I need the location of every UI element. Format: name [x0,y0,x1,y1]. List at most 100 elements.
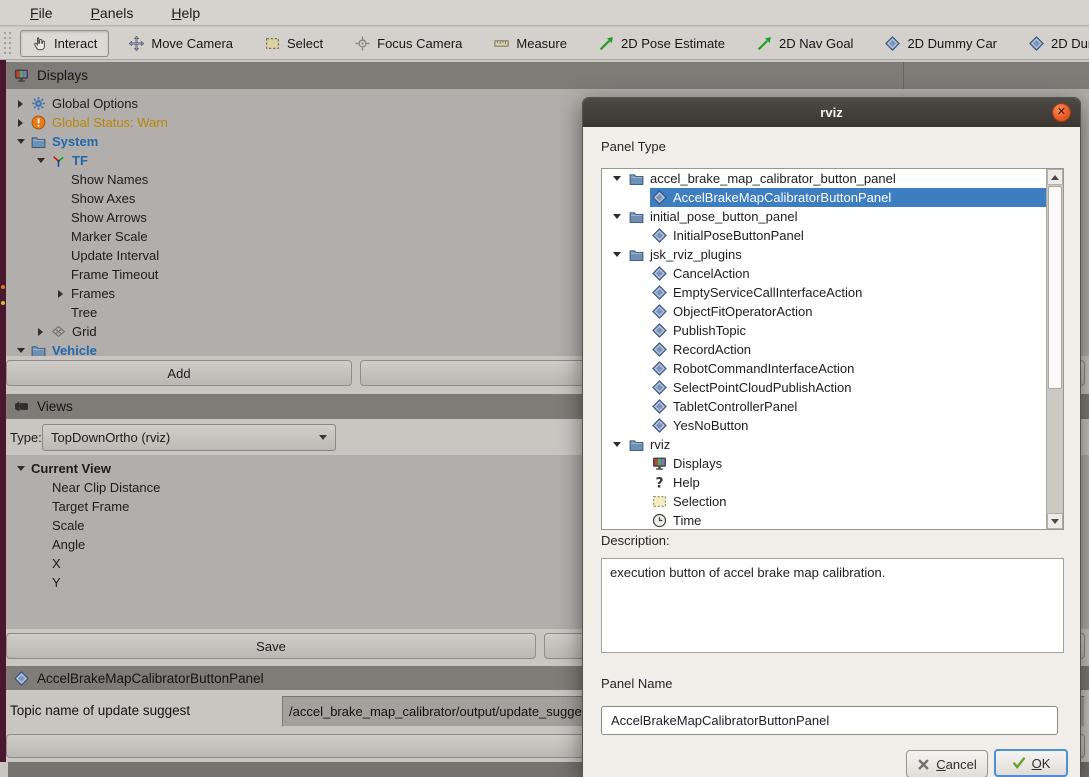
panel-type-item[interactable]: CancelAction [602,264,1063,283]
calibrator-panel-title: AccelBrakeMapCalibratorButtonPanel [37,671,264,686]
panel-type-item[interactable]: RobotCommandInterfaceAction [602,359,1063,378]
panel-type-item-label: RobotCommandInterfaceAction [673,361,854,376]
tool-select-button[interactable]: Select [253,30,335,57]
panel-type-item[interactable]: SelectPointCloudPublishAction [602,378,1063,397]
expander-closed-icon[interactable] [14,97,27,110]
tool-2d-dummy-pedestrian-button[interactable]: 2D Dummy Pedestrian [1017,30,1089,57]
expander-spacer [54,211,67,224]
expander-open-icon[interactable] [610,210,623,223]
panel-type-item-label: SelectPointCloudPublishAction [673,380,852,395]
expander-open-icon[interactable] [14,462,27,475]
tool-focus-camera-button[interactable]: Focus Camera [343,30,474,57]
tool-label: Focus Camera [377,36,462,51]
panel-type-item[interactable]: AccelBrakeMapCalibratorButtonPanel [602,188,1063,207]
expander-spacer [54,230,67,243]
panel-type-item[interactable]: PublishTopic [602,321,1063,340]
panel-type-item[interactable]: initial_pose_button_panel [602,207,1063,226]
tool-move-camera-button[interactable]: Move Camera [117,30,245,57]
panel-type-item[interactable]: ObjectFitOperatorAction [602,302,1063,321]
monitor-icon [652,456,667,471]
add-panel-dialog: rviz ✕ Panel Type accel_brake_map_calibr… [582,97,1081,777]
panel-type-item[interactable]: TabletControllerPanel [602,397,1063,416]
tool-interact-button[interactable]: Interact [20,30,109,57]
expander-open-icon[interactable] [610,172,623,185]
folder-icon [629,171,644,186]
topic-label: Topic name of update suggest [10,703,190,718]
panel-type-item-content: ?Help [650,473,1063,492]
panel-type-item-content: AccelBrakeMapCalibratorButtonPanel [650,188,1063,207]
expander-open-icon[interactable] [14,344,27,356]
gear-icon [31,96,46,111]
scrollbar-thumb[interactable] [1048,186,1062,389]
tool-2d-nav-goal-button[interactable]: 2D Nav Goal [745,30,865,57]
expander-closed-icon[interactable] [54,287,67,300]
panel-type-item-label: rviz [650,437,670,452]
expander-open-icon[interactable] [610,438,623,451]
panel-type-item-content: rviz [627,435,1063,454]
panel-type-item-content: Time [650,511,1063,530]
add-button[interactable]: Add [6,360,352,386]
property-label: Near Clip Distance [52,480,160,495]
save-button[interactable]: Save [6,633,536,659]
tool-measure-button[interactable]: Measure [482,30,579,57]
panel-type-item[interactable]: InitialPoseButtonPanel [602,226,1063,245]
warning-icon [31,115,46,130]
tool-2d-dummy-car-button[interactable]: 2D Dummy Car [873,30,1009,57]
menu-file[interactable]: File [30,5,53,21]
panel-type-item-label: TabletControllerPanel [673,399,797,414]
diamond-icon [652,399,667,414]
panel-type-item-content: CancelAction [650,264,1063,283]
panel-type-item[interactable]: Time [602,511,1063,530]
tree-item-label: Show Arrows [71,210,147,225]
menu-bar: File Panels Help [0,0,1089,26]
panel-type-item[interactable]: Displays [602,454,1063,473]
ok-button[interactable]: OK [994,749,1068,777]
tree-item-label: Show Axes [71,191,135,206]
panel-type-item-label: PublishTopic [673,323,746,338]
expander-open-icon[interactable] [610,248,623,261]
panel-type-item[interactable]: YesNoButton [602,416,1063,435]
move-icon [129,36,144,51]
panel-type-item[interactable]: Selection [602,492,1063,511]
tool-2d-pose-estimate-button[interactable]: 2D Pose Estimate [587,30,737,57]
chevron-down-icon [319,435,327,440]
panel-type-item-label: Selection [673,494,726,509]
panel-type-item[interactable]: RecordAction [602,340,1063,359]
expander-closed-icon[interactable] [34,325,47,338]
desktop-dot [1,285,5,289]
close-button[interactable]: ✕ [1052,103,1071,122]
desktop-dot [1,301,5,305]
scroll-down-icon[interactable] [1047,513,1063,529]
menu-panels[interactable]: Panels [91,5,134,21]
folder-icon [629,247,644,262]
expander-spacer [54,268,67,281]
panel-type-item[interactable]: ?Help [602,473,1063,492]
panel-type-list: accel_brake_map_calibrator_button_panelA… [601,168,1064,530]
toolbar-drag-handle[interactable] [4,32,14,54]
panel-type-item[interactable]: accel_brake_map_calibrator_button_panel [602,169,1063,188]
dialog-titlebar[interactable]: rviz ✕ [583,98,1080,127]
panel-name-input[interactable] [601,706,1058,735]
grid-icon [51,324,66,339]
expander-open-icon[interactable] [14,135,27,148]
panel-type-item[interactable]: jsk_rviz_plugins [602,245,1063,264]
menu-help[interactable]: Help [171,5,200,21]
cancel-button[interactable]: Cancel [906,750,988,777]
expander-closed-icon[interactable] [14,116,27,129]
view-type-dropdown[interactable]: TopDownOrtho (rviz) [42,424,336,451]
diamond-icon [652,418,667,433]
expander-open-icon[interactable] [34,154,47,167]
diamond-icon [652,342,667,357]
expander-spacer [54,249,67,262]
scrollbar[interactable] [1046,169,1063,529]
selection-icon [652,494,667,509]
panel-type-item-label: jsk_rviz_plugins [650,247,742,262]
diamond-icon [885,36,900,51]
panel-type-item-label: InitialPoseButtonPanel [673,228,804,243]
panel-type-item[interactable]: rviz [602,435,1063,454]
tool-label: 2D Dummy Car [907,36,997,51]
panel-type-item-content: EmptyServiceCallInterfaceAction [650,283,1063,302]
view-type-value: TopDownOrtho (rviz) [51,430,170,445]
panel-type-item[interactable]: EmptyServiceCallInterfaceAction [602,283,1063,302]
scroll-up-icon[interactable] [1047,169,1063,185]
